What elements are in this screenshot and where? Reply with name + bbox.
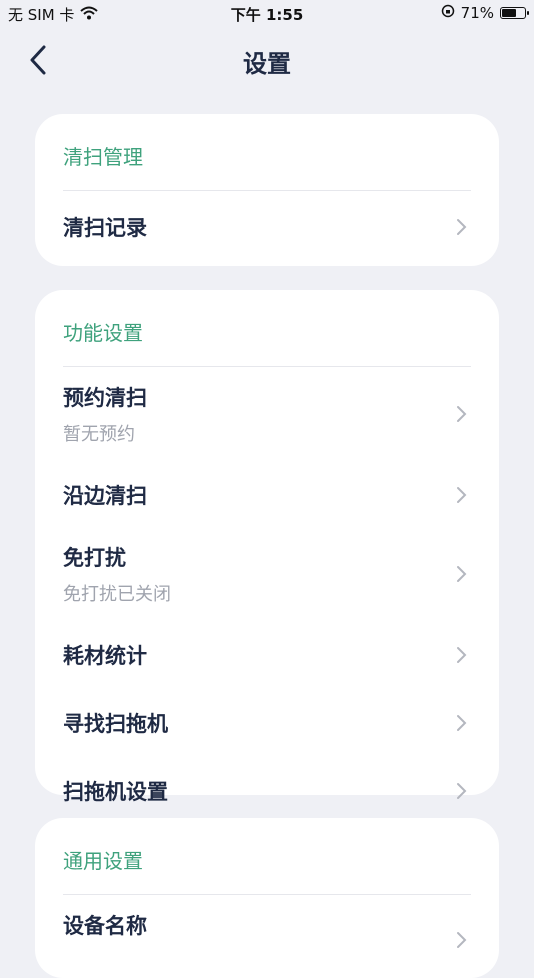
menu-item-do-not-disturb[interactable]: 免打扰 免打扰已关闭 — [63, 534, 471, 612]
menu-item-label: 预约清扫 — [63, 386, 147, 410]
chevron-right-icon — [457, 219, 467, 235]
chevron-right-icon — [457, 783, 467, 799]
menu-item-label: 清扫记录 — [63, 216, 147, 240]
menu-item-subtitle: 免打扰已关闭 — [63, 584, 171, 605]
menu-item-robot-settings[interactable]: 扫拖机设置 — [63, 760, 471, 820]
battery-percent: 71% — [460, 4, 494, 22]
menu-item-consumables-stats[interactable]: 耗材统计 — [63, 624, 471, 684]
menu-item-label: 寻找扫拖机 — [63, 712, 168, 736]
chevron-right-icon — [457, 647, 467, 663]
status-bar: 无 SIM 卡 下午 1:55 71% — [0, 0, 534, 28]
menu-item-label: 免打扰 — [63, 546, 126, 570]
divider — [63, 190, 471, 191]
divider — [63, 366, 471, 367]
chevron-right-icon — [457, 715, 467, 731]
menu-item-label: 扫拖机设置 — [63, 780, 168, 804]
chevron-right-icon — [457, 566, 467, 582]
menu-item-device-name[interactable]: 设备名称 — [63, 900, 471, 960]
section-title: 通用设置 — [63, 849, 143, 873]
menu-item-scheduled-cleaning[interactable]: 预约清扫 暂无预约 — [63, 374, 471, 452]
menu-item-subtitle: 暂无预约 — [63, 424, 135, 445]
menu-item-edge-cleaning[interactable]: 沿边清扫 — [63, 464, 471, 524]
menu-item-label: 沿边清扫 — [63, 484, 147, 508]
orientation-lock-icon — [441, 4, 455, 22]
section-function-settings: 功能设置 预约清扫 暂无预约 沿边清扫 免打扰 免打扰已关闭 耗材统计 寻找扫拖… — [35, 290, 499, 804]
section-title: 清扫管理 — [63, 145, 143, 169]
battery-fill — [502, 9, 516, 17]
menu-item-label: 设备名称 — [63, 914, 147, 938]
chevron-right-icon — [457, 406, 467, 422]
divider — [63, 894, 471, 895]
section-general-settings: 通用设置 设备名称 — [35, 818, 499, 978]
section-title: 功能设置 — [63, 321, 143, 345]
menu-item-label: 耗材统计 — [63, 644, 147, 668]
menu-item-find-robot[interactable]: 寻找扫拖机 — [63, 692, 471, 752]
section-cleaning-management: 清扫管理 清扫记录 — [35, 114, 499, 266]
page-title: 设置 — [243, 50, 291, 78]
battery-icon — [500, 7, 529, 19]
menu-item-cleaning-records[interactable]: 清扫记录 — [63, 196, 471, 256]
chevron-right-icon — [457, 932, 467, 948]
navigation-bar: 设置 — [0, 30, 534, 90]
chevron-right-icon — [457, 487, 467, 503]
